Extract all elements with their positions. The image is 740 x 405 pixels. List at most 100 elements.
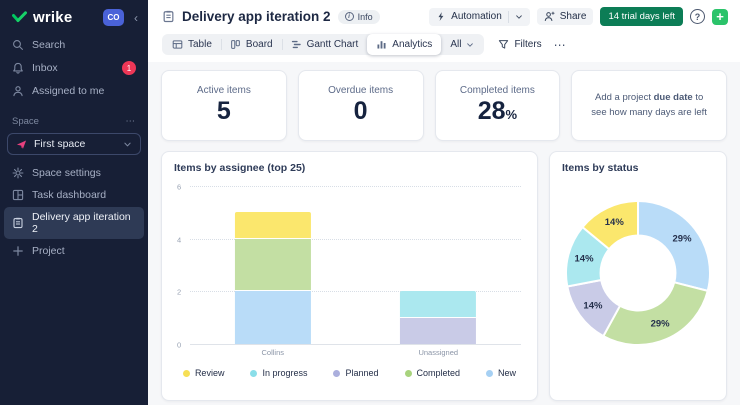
tab-label: Analytics xyxy=(392,39,432,50)
legend-label: Planned xyxy=(345,368,378,378)
tab-table[interactable]: Table xyxy=(163,34,221,55)
sidebar-item-label: Search xyxy=(32,39,65,51)
legend-label: In progress xyxy=(262,368,307,378)
sidebar-item-label: Project xyxy=(32,245,65,257)
topbar-actions: Automation Share 14 trial days left ? + xyxy=(429,7,728,26)
filters-button[interactable]: Filters xyxy=(498,39,541,50)
stat-card-active-items: Active items 5 xyxy=(161,70,287,141)
bar-segment-completed[interactable] xyxy=(235,239,311,292)
sidebar-item-label: Inbox xyxy=(32,62,58,74)
space-selector[interactable]: First space xyxy=(7,133,141,155)
bar-collins[interactable] xyxy=(235,186,311,344)
sidebar-item-assigned-to-me[interactable]: Assigned to me xyxy=(0,80,148,102)
y-tick-label: 6 xyxy=(177,183,181,192)
wrike-app: wrike CO ‹ Search Inbox 1 Assigned to me… xyxy=(0,0,740,405)
sidebar-item-task-dashboard[interactable]: Task dashboard xyxy=(4,185,144,205)
bell-icon xyxy=(12,62,24,74)
legend-label: New xyxy=(498,368,516,378)
divider xyxy=(508,11,509,23)
donut-value-label-in-progress: 14% xyxy=(575,254,595,265)
help-button[interactable]: ? xyxy=(690,9,705,24)
title-row: Delivery app iteration 2 i Info Automati… xyxy=(162,5,728,28)
bar-segment-new[interactable] xyxy=(235,291,311,344)
clipboard-icon xyxy=(12,217,24,229)
gantt-icon xyxy=(291,39,302,50)
sidebar-item-add-project[interactable]: Project xyxy=(4,241,144,261)
bar-unassigned[interactable] xyxy=(400,186,476,344)
page-title: Delivery app iteration 2 xyxy=(182,9,331,24)
sidebar-item-space-settings[interactable]: Space settings xyxy=(4,163,144,183)
legend-dot-icon xyxy=(486,370,493,377)
view-switcher: Table Board Gantt Chart Analytics xyxy=(162,34,484,55)
info-button[interactable]: i Info xyxy=(338,10,380,24)
bar-cell-collins: Collins xyxy=(190,186,356,344)
table-icon xyxy=(172,39,183,50)
info-label: Info xyxy=(358,12,373,22)
share-person-icon xyxy=(544,11,555,22)
more-options-icon[interactable]: ⋯ xyxy=(554,38,567,52)
bar-segment-planned[interactable] xyxy=(400,318,476,344)
donut-value-label-review: 14% xyxy=(605,217,625,228)
space-section-header: Space ⋯ xyxy=(0,102,148,133)
y-tick-label: 4 xyxy=(177,235,181,244)
space-menu-icon[interactable]: ⋯ xyxy=(126,116,137,127)
trial-days-badge[interactable]: 14 trial days left xyxy=(600,7,683,26)
tab-board[interactable]: Board xyxy=(221,34,282,55)
automation-button[interactable]: Automation xyxy=(429,8,530,26)
donut-segment-new[interactable] xyxy=(638,201,710,291)
sidebar-item-inbox[interactable]: Inbox 1 xyxy=(0,56,148,80)
bar-chart-plot: 0246CollinsUnassigned xyxy=(190,186,521,344)
bar-segment-in-progress[interactable] xyxy=(400,291,476,317)
space-selector-value: First space xyxy=(34,138,85,150)
legend-item-completed: Completed xyxy=(405,368,461,378)
bar-chart-legend: Review In progress Planned Completed New xyxy=(174,368,525,378)
bar-cell-unassigned: Unassigned xyxy=(356,186,522,344)
sidebar-item-label: Delivery app iteration 2 xyxy=(32,211,136,235)
legend-item-planned: Planned xyxy=(333,368,378,378)
donut-value-label-completed: 29% xyxy=(651,319,671,330)
space-section-label: Space xyxy=(12,116,39,127)
tab-label: Gantt Chart xyxy=(307,39,359,50)
brand-wordmark: wrike xyxy=(33,9,72,26)
legend-label: Review xyxy=(195,368,225,378)
tab-gantt-chart[interactable]: Gantt Chart xyxy=(282,34,368,55)
stat-label: Completed items xyxy=(460,85,535,96)
legend-item-review: Review xyxy=(183,368,225,378)
add-button[interactable]: + xyxy=(712,9,728,25)
legend-label: Completed xyxy=(417,368,461,378)
share-label: Share xyxy=(560,11,587,22)
filters-label: Filters xyxy=(514,39,541,50)
bar-segment-review[interactable] xyxy=(235,212,311,238)
tab-scope-all[interactable]: All xyxy=(441,34,483,55)
sidebar-item-label: Assigned to me xyxy=(32,85,104,97)
avatar[interactable]: CO xyxy=(103,9,124,26)
donut-chart-title: Items by status xyxy=(562,162,714,174)
person-icon xyxy=(12,85,24,97)
chevron-down-icon xyxy=(123,140,132,149)
bars-layer: CollinsUnassigned xyxy=(190,186,521,344)
chevron-down-icon xyxy=(515,13,523,21)
gridline-0: 0 xyxy=(190,344,521,345)
share-button[interactable]: Share xyxy=(537,8,594,25)
stat-value: 5 xyxy=(217,97,231,126)
y-tick-label: 0 xyxy=(177,341,181,350)
lightning-icon xyxy=(436,11,446,22)
funnel-icon xyxy=(498,39,509,50)
analytics-content: Active items 5 Overdue items 0 Completed… xyxy=(148,62,740,405)
plus-icon xyxy=(12,245,24,257)
donut-value-label-planned: 14% xyxy=(583,300,603,311)
board-icon xyxy=(230,39,241,50)
legend-dot-icon xyxy=(250,370,257,377)
due-date-hint-text: Add a project due date to see how many d… xyxy=(587,91,711,120)
items-by-status-card: Items by status 29%29%14%14%14% xyxy=(549,151,727,401)
sidebar-item-delivery-app-iteration-2[interactable]: Delivery app iteration 2 xyxy=(4,207,144,239)
collapse-sidebar-icon[interactable]: ‹ xyxy=(134,11,138,25)
gear-icon xyxy=(12,167,24,179)
sidebar-item-search[interactable]: Search xyxy=(0,34,148,56)
donut-segment-completed[interactable] xyxy=(603,282,707,345)
topbar: Delivery app iteration 2 i Info Automati… xyxy=(148,0,740,62)
stat-value: 28% xyxy=(478,97,517,126)
logo-row: wrike CO ‹ xyxy=(0,0,148,34)
y-tick-label: 2 xyxy=(177,288,181,297)
tab-analytics[interactable]: Analytics xyxy=(367,34,441,55)
